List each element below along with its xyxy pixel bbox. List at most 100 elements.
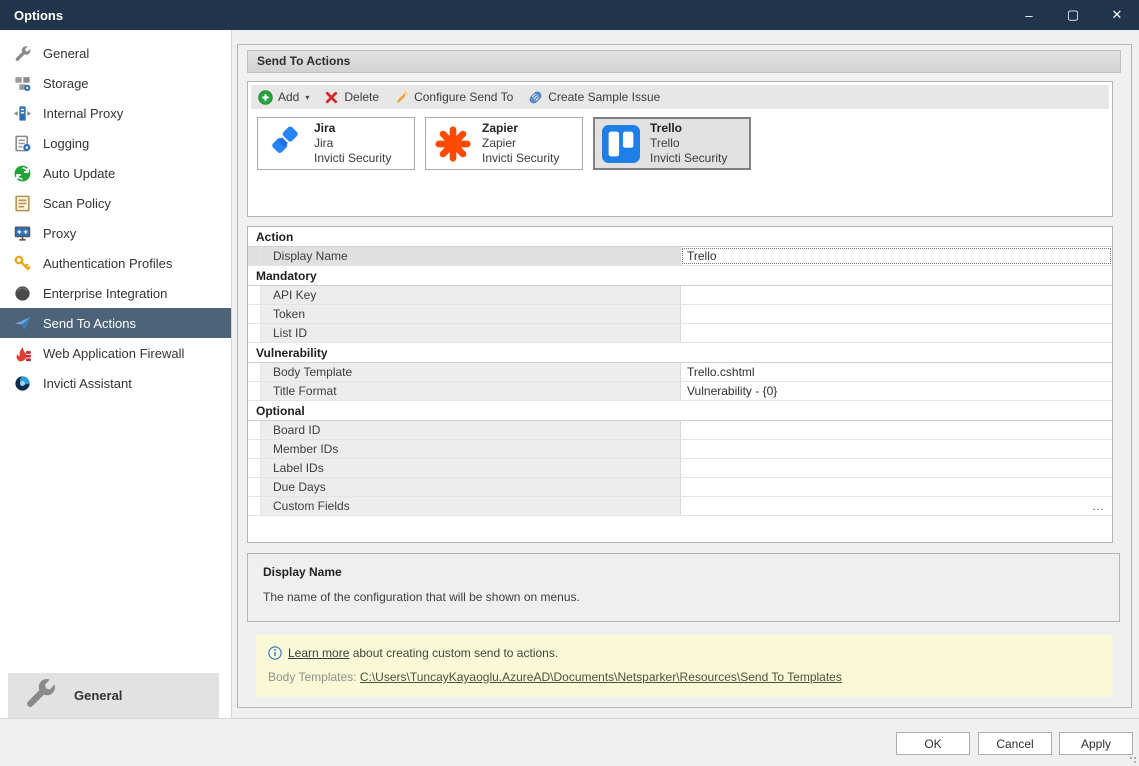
sidebar-item-label: Authentication Profiles bbox=[43, 256, 172, 271]
property-row-member-ids[interactable]: Member IDs bbox=[248, 440, 1112, 459]
window-controls: – ▢ ✕ bbox=[1007, 0, 1139, 30]
logging-icon bbox=[13, 134, 32, 153]
section-header-action: Action bbox=[248, 227, 1112, 247]
property-row-display-name[interactable]: Display Name Trello bbox=[248, 247, 1112, 266]
property-value-input[interactable]: Trello bbox=[681, 247, 1112, 265]
sidebar-item-label: Send To Actions bbox=[43, 316, 136, 331]
sidebar-item-label: Enterprise Integration bbox=[43, 286, 167, 301]
sidebar-item-general[interactable]: General bbox=[0, 38, 231, 68]
auto-update-icon bbox=[13, 164, 32, 183]
zapier-logo-icon bbox=[434, 125, 472, 163]
action-card-jira[interactable]: Jira Jira Invicti Security bbox=[257, 117, 415, 170]
property-row-due-days[interactable]: Due Days bbox=[248, 478, 1112, 497]
send-to-actions-panel: Send To Actions Add ▾ Delete bbox=[237, 44, 1132, 708]
action-card-trello[interactable]: Trello Trello Invicti Security bbox=[593, 117, 751, 170]
section-header-optional: Optional bbox=[248, 401, 1112, 421]
delete-icon bbox=[324, 90, 339, 105]
configure-send-to-button[interactable]: Configure Send To bbox=[394, 90, 513, 105]
minimize-button[interactable]: – bbox=[1007, 0, 1051, 30]
sidebar-item-label: Auto Update bbox=[43, 166, 115, 181]
scan-policy-icon bbox=[13, 194, 32, 213]
card-type: Trello bbox=[650, 136, 727, 151]
property-value-input[interactable] bbox=[681, 478, 1112, 496]
close-button[interactable]: ✕ bbox=[1095, 0, 1139, 30]
apply-button[interactable]: Apply bbox=[1059, 732, 1133, 755]
trello-logo-icon bbox=[602, 125, 640, 163]
key-icon bbox=[13, 254, 32, 273]
body-templates-path-link[interactable]: C:\Users\TuncayKayaoglu.AzureAD\Document… bbox=[360, 670, 842, 684]
sidebar-footer: General bbox=[8, 673, 219, 718]
storage-icon bbox=[13, 74, 32, 93]
property-row-board-id[interactable]: Board ID bbox=[248, 421, 1112, 440]
property-label: List ID bbox=[261, 324, 681, 342]
sidebar-item-authentication-profiles[interactable]: Authentication Profiles bbox=[0, 248, 231, 278]
sidebar: General Storage Internal Proxy Logging A… bbox=[0, 30, 232, 718]
property-row-custom-fields[interactable]: Custom Fields … bbox=[248, 497, 1112, 516]
sidebar-item-proxy[interactable]: Proxy bbox=[0, 218, 231, 248]
sidebar-item-invicti-assistant[interactable]: Invicti Assistant bbox=[0, 368, 231, 398]
sample-issue-icon bbox=[528, 90, 543, 105]
description-panel: Display Name The name of the configurati… bbox=[247, 553, 1120, 622]
description-title: Display Name bbox=[263, 565, 1104, 579]
sidebar-item-scan-policy[interactable]: Scan Policy bbox=[0, 188, 231, 218]
send-icon bbox=[13, 314, 32, 333]
assistant-icon bbox=[13, 374, 32, 393]
property-value-input[interactable] bbox=[681, 459, 1112, 477]
sidebar-item-label: General bbox=[43, 46, 89, 61]
property-row-list-id[interactable]: List ID bbox=[248, 324, 1112, 343]
titlebar: Options – ▢ ✕ bbox=[0, 0, 1139, 30]
sidebar-item-enterprise-integration[interactable]: Enterprise Integration bbox=[0, 278, 231, 308]
maximize-button[interactable]: ▢ bbox=[1051, 0, 1095, 30]
sidebar-item-send-to-actions[interactable]: Send To Actions bbox=[0, 308, 231, 338]
card-vendor: Invicti Security bbox=[650, 151, 727, 166]
card-name: Zapier bbox=[482, 121, 559, 136]
add-button[interactable]: Add ▾ bbox=[258, 90, 309, 105]
action-card-zapier[interactable]: Zapier Zapier Invicti Security bbox=[425, 117, 583, 170]
info-panel: Learn more about creating custom send to… bbox=[256, 635, 1113, 697]
body-templates-label: Body Templates: bbox=[268, 670, 357, 684]
property-row-title-format[interactable]: Title Format Vulnerability - {0} bbox=[248, 382, 1112, 401]
sidebar-item-internal-proxy[interactable]: Internal Proxy bbox=[0, 98, 231, 128]
description-text: The name of the configuration that will … bbox=[263, 590, 1104, 604]
window-title: Options bbox=[14, 8, 63, 23]
proxy-icon bbox=[13, 224, 32, 243]
sidebar-item-label: Storage bbox=[43, 76, 89, 91]
property-row-body-template[interactable]: Body Template Trello.cshtml bbox=[248, 363, 1112, 382]
property-label: Body Template bbox=[261, 363, 681, 381]
property-row-api-key[interactable]: API Key bbox=[248, 286, 1112, 305]
sidebar-item-storage[interactable]: Storage bbox=[0, 68, 231, 98]
sidebar-item-web-application-firewall[interactable]: Web Application Firewall bbox=[0, 338, 231, 368]
property-value-input[interactable]: … bbox=[681, 497, 1112, 515]
info-icon bbox=[268, 646, 282, 660]
property-value-input[interactable]: Vulnerability - {0} bbox=[681, 382, 1112, 400]
property-value-input[interactable] bbox=[681, 286, 1112, 304]
create-sample-issue-button[interactable]: Create Sample Issue bbox=[528, 90, 660, 105]
property-value-input[interactable] bbox=[681, 305, 1112, 323]
property-row-label-ids[interactable]: Label IDs bbox=[248, 459, 1112, 478]
property-label: Custom Fields bbox=[261, 497, 681, 515]
enterprise-icon bbox=[13, 284, 32, 303]
sidebar-item-label: Invicti Assistant bbox=[43, 376, 132, 391]
chevron-down-icon: ▾ bbox=[305, 93, 309, 102]
sidebar-footer-label: General bbox=[74, 688, 122, 703]
ok-button[interactable]: OK bbox=[896, 732, 970, 755]
learn-more-text: about creating custom send to actions. bbox=[349, 646, 558, 660]
property-value-input[interactable] bbox=[681, 440, 1112, 458]
property-value-input[interactable] bbox=[681, 324, 1112, 342]
jira-logo-icon bbox=[266, 125, 304, 163]
sidebar-item-auto-update[interactable]: Auto Update bbox=[0, 158, 231, 188]
resize-grip[interactable] bbox=[1129, 756, 1137, 764]
action-cards: Jira Jira Invicti Security Zapier Zapier… bbox=[257, 117, 1112, 170]
sidebar-item-logging[interactable]: Logging bbox=[0, 128, 231, 158]
learn-more-link[interactable]: Learn more bbox=[288, 646, 349, 660]
property-label: Title Format bbox=[261, 382, 681, 400]
property-row-token[interactable]: Token bbox=[248, 305, 1112, 324]
add-icon bbox=[258, 90, 273, 105]
cancel-button[interactable]: Cancel bbox=[978, 732, 1052, 755]
property-value-input[interactable] bbox=[681, 421, 1112, 439]
property-label: Member IDs bbox=[261, 440, 681, 458]
property-value-input[interactable]: Trello.cshtml bbox=[681, 363, 1112, 381]
delete-button[interactable]: Delete bbox=[324, 90, 379, 105]
firewall-icon bbox=[13, 344, 32, 363]
ellipsis-button[interactable]: … bbox=[1092, 497, 1105, 515]
